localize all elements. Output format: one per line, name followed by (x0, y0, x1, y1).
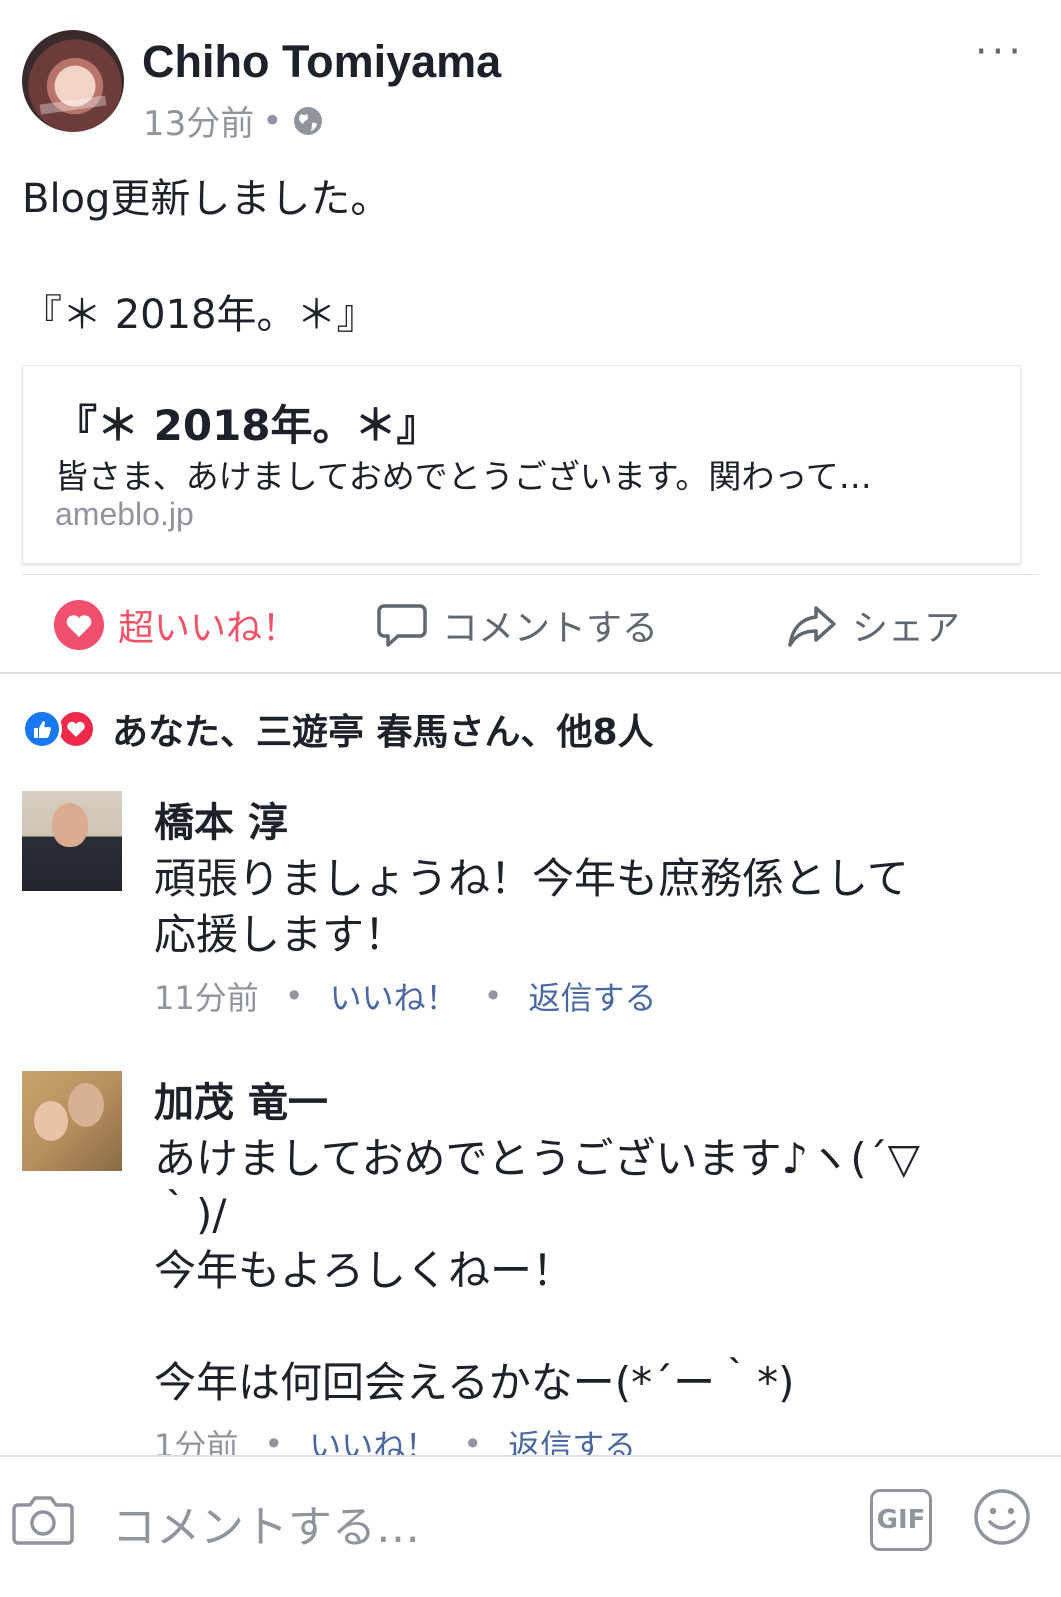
love-reaction-icon (56, 709, 96, 749)
link-description: 皆さま、あけましておめでとうございます。関わって… (55, 457, 872, 496)
link-title: 『＊ 2018年。＊』 (55, 401, 439, 450)
globe-icon (294, 106, 323, 135)
meta-separator: • (483, 977, 503, 1015)
love-icon (54, 600, 104, 650)
divider (22, 574, 1039, 575)
comment-line-gap (154, 1299, 1039, 1355)
link-domain: ameblo.jp (55, 496, 194, 532)
comment-line: あけましておめでとうございます♪ヽ(´▽ (154, 1134, 920, 1183)
reactions-summary[interactable]: あなた、三遊亭 春馬さん、他8人 (22, 703, 654, 755)
comment-line: 今年は何回会えるかなー(*´ー｀*) (154, 1358, 795, 1407)
author-name[interactable]: Chiho Tomiyama (142, 36, 501, 88)
post-header: Chiho Tomiyama 13分前 • ··· (22, 28, 1039, 144)
comment-like-button[interactable]: いいね！ (330, 973, 458, 1019)
comment-input[interactable]: コメントする… (112, 1491, 420, 1555)
post-text-line: 『＊ 2018年。＊』 (22, 292, 377, 338)
like-reaction-icon (22, 709, 62, 749)
comment-button[interactable]: コメントする (376, 580, 658, 670)
smiley-icon[interactable] (972, 1487, 1032, 1547)
comment-time: 11分前 (154, 979, 259, 1017)
author-avatar[interactable] (22, 30, 124, 132)
post-actions: 超いいね！ コメントする シェア (0, 580, 1061, 670)
comment-body: 加茂 竜一 あけましておめでとうございます♪ヽ(´▽ ｀)/ 今年もよろしくねー… (154, 1075, 1039, 1467)
reactions-text: あなた、三遊亭 春馬さん、他8人 (112, 712, 654, 753)
comment-line: 頑張りましょうね！今年も庶務係として (154, 854, 909, 903)
post-meta: 13分前 • (143, 96, 324, 145)
meta-separator: • (284, 977, 304, 1015)
comment-icon (377, 604, 427, 647)
meta-dot: • (262, 100, 283, 141)
comment-body: 橋本 淳 頑張りましょうね！今年も庶務係として 応援します！ 11分前 • いい… (154, 795, 1039, 1019)
commenter-avatar[interactable] (22, 791, 122, 891)
post-text: Blog更新しました。 『＊ 2018年。＊』 (22, 170, 390, 344)
commenter-avatar[interactable] (22, 1071, 122, 1171)
comment-author[interactable]: 加茂 竜一 (154, 1075, 1039, 1131)
comment-text: あけましておめでとうございます♪ヽ(´▽ ｀)/ 今年もよろしくねー！ 今年は何… (154, 1131, 1039, 1411)
comment-label: コメントする (442, 608, 659, 649)
camera-icon[interactable] (12, 1491, 74, 1547)
comment-line: 応援します！ (154, 910, 407, 959)
post-text-gap (22, 228, 390, 286)
love-reaction-button[interactable]: 超いいね！ (54, 580, 298, 670)
comment-meta: 11分前 • いいね！ • 返信する (154, 973, 1039, 1019)
divider (0, 672, 1061, 674)
more-options-icon[interactable]: ··· (975, 32, 1025, 72)
link-preview-card[interactable]: 『＊ 2018年。＊』 皆さま、あけましておめでとうございます。関わって… am… (22, 365, 1021, 564)
comment-text: 頑張りましょうね！今年も庶務係として 応援します！ (154, 851, 1039, 963)
gif-button[interactable]: GIF (870, 1489, 932, 1551)
comment-reply-button[interactable]: 返信する (529, 973, 657, 1019)
comment-composer: コメントする… GIF (0, 1455, 1061, 1597)
share-label: シェア (852, 608, 961, 649)
post-text-line: Blog更新しました。 (22, 176, 391, 222)
share-button[interactable]: シェア (786, 580, 960, 670)
facebook-post-screen: Chiho Tomiyama 13分前 • ··· Blog更新しました。 『＊… (0, 0, 1061, 1597)
share-icon (788, 606, 836, 647)
love-label: 超いいね！ (118, 608, 299, 649)
post-time[interactable]: 13分前 (143, 96, 254, 145)
comment-line: 今年もよろしくねー！ (154, 1246, 575, 1295)
comment-author[interactable]: 橋本 淳 (154, 795, 1039, 851)
comment-line: ｀)/ (154, 1190, 227, 1239)
